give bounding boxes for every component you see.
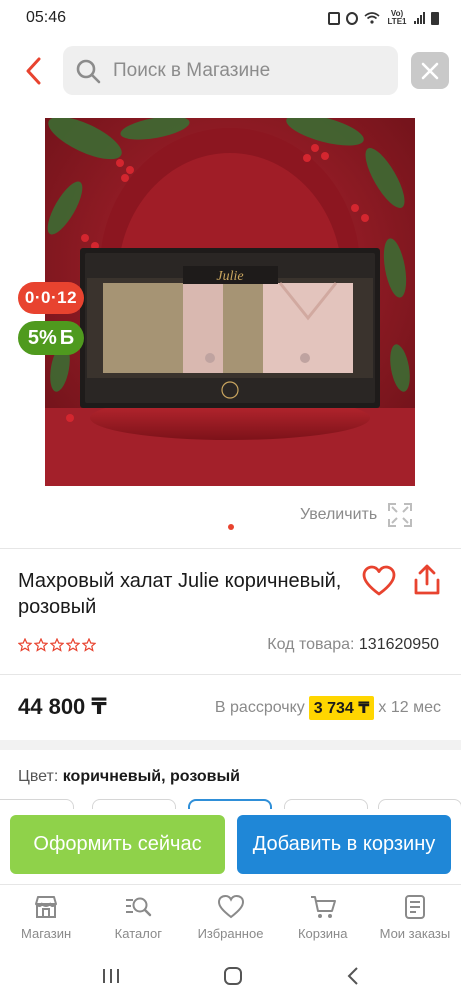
divider <box>0 674 461 675</box>
heart-icon <box>362 565 396 596</box>
status-bar: 05:46 Vo) LTE1 <box>0 0 461 36</box>
favorite-button[interactable] <box>362 565 396 597</box>
color-swatch-selected[interactable] <box>188 799 272 809</box>
divider <box>0 548 461 549</box>
installment-prefix: В рассрочку <box>214 699 305 716</box>
image-brand-text: Julie <box>216 269 243 284</box>
product-title: Махровый халат Julie коричневый, розовый <box>18 570 342 618</box>
bottom-nav: Магазин Каталог Избранное Корзина Мои за… <box>0 884 461 950</box>
installment-info[interactable]: В рассрочку 3 734 ₸ х 12 мес <box>215 696 441 720</box>
catalog-search-icon <box>126 897 152 917</box>
system-nav-bar <box>0 952 461 999</box>
nav-item-favorites[interactable]: Избранное <box>184 885 276 950</box>
heart-icon <box>217 894 244 919</box>
installment-suffix: х 12 мес <box>378 699 441 716</box>
bonus-percent: 5% <box>27 326 57 349</box>
orders-icon <box>404 895 425 919</box>
close-icon <box>421 62 439 79</box>
color-swatch[interactable] <box>284 799 368 809</box>
nav-label: Избранное <box>197 926 264 941</box>
star-icon <box>18 638 32 652</box>
star-icon <box>66 638 80 652</box>
share-button[interactable] <box>411 563 443 597</box>
bonus-symbol: Б <box>59 326 75 349</box>
recent-apps-icon[interactable] <box>101 967 121 985</box>
chevron-left-icon <box>26 57 41 85</box>
color-value: коричневый, розовый <box>62 768 241 785</box>
color-label: Цвет: <box>18 768 59 785</box>
nav-label: Каталог <box>114 926 162 941</box>
search-box[interactable] <box>63 46 398 95</box>
bonus-badge: 5% Б <box>18 321 84 355</box>
nav-label: Корзина <box>297 926 348 941</box>
share-icon <box>414 564 440 595</box>
product-photo: Julie <box>45 118 415 486</box>
section-divider <box>0 740 461 750</box>
star-icon <box>50 638 64 652</box>
status-time: 05:46 <box>26 9 67 26</box>
installment-badge: 0·0·12 <box>18 282 84 314</box>
battery-icon <box>431 11 439 25</box>
nav-item-orders[interactable]: Мои заказы <box>369 885 461 950</box>
checkout-now-button[interactable]: Оформить сейчас <box>10 815 225 874</box>
wifi-icon <box>364 12 380 24</box>
star-icon <box>82 638 96 652</box>
signal-icon <box>414 12 425 24</box>
search-input[interactable] <box>113 59 383 82</box>
cart-icon <box>310 896 336 918</box>
home-icon[interactable] <box>223 966 243 986</box>
nav-label: Магазин <box>21 926 72 941</box>
product-page: 05:46 Vo) LTE1 Поиск в Магазине Julie 0·… <box>0 0 461 999</box>
code-value: 131620950 <box>358 636 439 653</box>
product-code: Код товара: 131620950 <box>267 636 439 654</box>
star-icon <box>34 638 48 652</box>
status-icons: Vo) LTE1 <box>328 10 439 26</box>
network-label: Vo) LTE1 <box>387 9 407 26</box>
rating-stars[interactable] <box>18 638 96 652</box>
alarm-icon <box>346 11 358 25</box>
lock-icon <box>328 11 340 25</box>
color-swatch[interactable] <box>0 799 74 809</box>
search-icon <box>76 59 101 83</box>
nav-item-cart[interactable]: Корзина <box>277 885 369 950</box>
nav-item-shop[interactable]: Магазин <box>0 885 92 950</box>
product-price: 44 800 ₸ <box>18 694 107 719</box>
nav-label: Мои заказы <box>379 926 451 941</box>
top-bar <box>0 44 461 98</box>
nav-item-catalog[interactable]: Каталог <box>92 885 184 950</box>
shop-icon <box>35 896 58 918</box>
color-swatch[interactable] <box>378 799 461 809</box>
color-swatch[interactable] <box>92 799 176 809</box>
zoom-button[interactable]: Увеличить <box>300 502 413 528</box>
carousel-dot-active[interactable] <box>228 524 234 530</box>
color-info: Цвет: коричневый, розовый <box>18 768 240 786</box>
back-button[interactable] <box>18 54 48 88</box>
zoom-label: Увеличить <box>300 506 378 523</box>
product-image[interactable]: Julie <box>45 118 415 486</box>
color-swatches <box>0 797 461 809</box>
clear-search-button[interactable] <box>411 52 449 89</box>
code-label: Код товара: <box>267 636 355 653</box>
back-nav-icon[interactable] <box>346 966 360 986</box>
add-to-cart-button[interactable]: Добавить в корзину <box>237 815 451 874</box>
expand-icon <box>388 503 413 527</box>
installment-amount: 3 734 ₸ <box>308 696 375 720</box>
